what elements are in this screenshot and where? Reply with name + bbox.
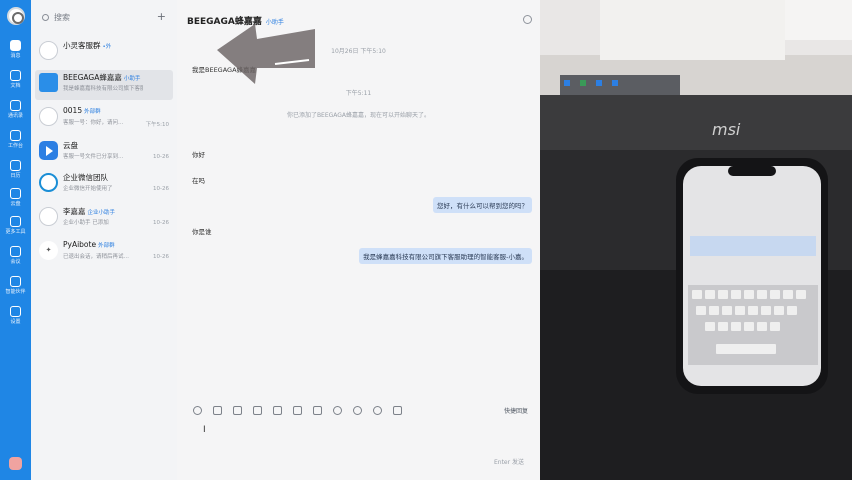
cloud-icon xyxy=(10,188,21,199)
conversation-tag: 外部群 xyxy=(84,109,101,115)
rail-item-assistant[interactable]: 智能伙伴 xyxy=(0,276,31,295)
conversation-time: 10-26 xyxy=(153,186,169,192)
tools-icon xyxy=(10,216,21,227)
more-icon[interactable] xyxy=(393,406,402,415)
conversation-time: 10-26 xyxy=(153,254,169,260)
bot-avatar: ✦ xyxy=(39,241,58,260)
rail-item-messages[interactable]: 消息 xyxy=(0,40,31,59)
assistant-icon xyxy=(10,276,21,287)
conversation-tag: 小助手 xyxy=(123,76,141,82)
contacts-icon xyxy=(10,100,21,111)
message-incoming: 你好 xyxy=(192,151,205,159)
message-outgoing: 您好，有什么可以帮到您的吗？ xyxy=(433,197,532,213)
at-icon[interactable] xyxy=(373,406,382,415)
group-avatar xyxy=(39,107,58,126)
rail-item-calendar[interactable]: 日历 xyxy=(0,160,31,179)
user-avatar[interactable] xyxy=(7,7,25,25)
conversation-item[interactable]: ✦ PyAibote 外部群 已退出会话，请稍后再试… 10-26 xyxy=(35,238,173,268)
conversation-item[interactable]: 云盘 客服一号文件已分享到… 10-26 xyxy=(35,138,173,168)
conversation-preview: 客服一号文件已分享到… xyxy=(63,154,124,160)
left-rail: 消息 文档 通讯录 工作台 日历 云盘 更多工具 会议 智能伙伴 设置 xyxy=(0,0,31,480)
conversation-time: 10-26 xyxy=(153,220,169,226)
scissors-icon[interactable] xyxy=(213,406,222,415)
settings-icon xyxy=(10,306,21,317)
add-icon[interactable]: + xyxy=(157,10,166,23)
send-hint: Enter 发送 xyxy=(493,459,524,466)
conversation-preview: 已退出会话，请稍后再试… xyxy=(63,254,130,260)
text-cursor[interactable]: I xyxy=(203,425,206,435)
search-icon xyxy=(42,14,49,21)
rail-item-meeting[interactable]: 会议 xyxy=(0,246,31,265)
conversation-preview: 企业小助手 已添加 xyxy=(63,220,109,226)
bot-avatar xyxy=(39,73,58,92)
folder-icon[interactable] xyxy=(233,406,242,415)
search-placeholder: 搜索 xyxy=(54,13,70,22)
conversation-item-selected[interactable]: BEEGAGA蜂嘉嘉 小助手 我是蜂嘉嘉科技有限公司旗下客服… xyxy=(35,70,173,100)
drive-icon xyxy=(39,141,58,160)
doc-icon[interactable] xyxy=(293,406,302,415)
search-bar[interactable]: 搜索 + xyxy=(40,10,170,26)
quick-reply-button[interactable]: 快捷回复 xyxy=(504,406,528,415)
conversation-title: 0015 xyxy=(63,106,83,115)
conversation-preview: 客服一号：你好，请问… xyxy=(63,120,124,126)
rail-item-contacts[interactable]: 通讯录 xyxy=(0,100,31,119)
conversation-title: BEEGAGA蜂嘉嘉 xyxy=(63,73,122,82)
conversation-item[interactable]: 小灵客服群 •外 xyxy=(35,38,173,68)
team-avatar xyxy=(39,173,58,192)
rail-item-tools[interactable]: 更多工具 xyxy=(0,216,31,235)
system-notice: 你已添加了BEEGAGA蜂嘉嘉，现在可以开始聊天了。 xyxy=(286,112,431,119)
conversation-preview: 我是蜂嘉嘉科技有限公司旗下客服… xyxy=(63,86,143,92)
conversation-item[interactable]: 李嘉嘉 企业小助手 企业小助手 已添加 10-26 xyxy=(35,204,173,234)
doc-icon xyxy=(10,70,21,81)
grid-icon xyxy=(10,130,21,141)
composer-toolbar xyxy=(193,405,529,417)
laptop-photo-image: msi xyxy=(540,0,852,480)
rail-item-drive[interactable]: 云盘 xyxy=(0,188,31,207)
conversation-time: 下午5:10 xyxy=(145,122,169,128)
conversation-time: 10-26 xyxy=(153,154,169,160)
conversation-tag: 企业小助手 xyxy=(87,210,116,216)
rail-item-docs[interactable]: 文档 xyxy=(0,70,31,89)
conversation-title: 李嘉嘉 xyxy=(63,207,86,216)
webcam-photo: msi xyxy=(540,0,852,480)
user-avatar xyxy=(39,207,58,226)
calendar-icon xyxy=(10,160,21,171)
meeting-icon xyxy=(10,246,21,257)
chat-icon xyxy=(10,40,21,51)
conversation-preview: 企业微信开始使用了 xyxy=(63,186,113,192)
emoji-icon[interactable] xyxy=(193,406,202,415)
conversation-tag: 外部群 xyxy=(98,243,115,249)
system-time: 下午5:11 xyxy=(345,90,372,97)
app-menu-icon[interactable] xyxy=(9,457,22,470)
conversation-list: 搜索 + 小灵客服群 •外 BEEGAGA蜂嘉嘉 小助手 我是蜂嘉嘉科技有限公司旗下… xyxy=(31,0,177,480)
brand-logo: msi xyxy=(712,120,741,139)
screenshot-icon[interactable] xyxy=(273,406,282,415)
conversation-title: PyAibote xyxy=(63,240,97,249)
conversation-item[interactable]: 0015 外部群 客服一号：你好，请问… 下午5:10 xyxy=(35,104,173,134)
image-icon[interactable] xyxy=(253,406,262,415)
video-icon[interactable] xyxy=(313,406,322,415)
conversation-title: 小灵客服群 xyxy=(63,41,101,50)
conversation-tag: •外 xyxy=(102,44,112,50)
chat-pane: BEEGAGA蜂嘉嘉 小助手 10月26日 下午5:10 我是BEEGAGA蜂嘉嘉… xyxy=(177,0,540,480)
mic-icon[interactable] xyxy=(353,406,362,415)
message-incoming: 你是谁 xyxy=(192,228,212,236)
group-avatar xyxy=(39,41,58,60)
conversation-title: 云盘 xyxy=(63,141,78,150)
rail-item-settings[interactable]: 设置 xyxy=(0,306,31,325)
annotation-arrow-icon xyxy=(217,24,315,84)
conversation-title: 企业微信团队 xyxy=(63,173,108,182)
user-add-icon[interactable] xyxy=(523,15,532,24)
rail-item-workbench[interactable]: 工作台 xyxy=(0,130,31,149)
conversation-item[interactable]: 企业微信团队 企业微信开始使用了 10-26 xyxy=(35,170,173,200)
message-outgoing: 我是蜂嘉嘉科技有限公司旗下客服助理的智能客服-小嘉。 xyxy=(359,248,532,264)
phone-icon[interactable] xyxy=(333,406,342,415)
message-incoming: 在吗 xyxy=(192,177,205,185)
